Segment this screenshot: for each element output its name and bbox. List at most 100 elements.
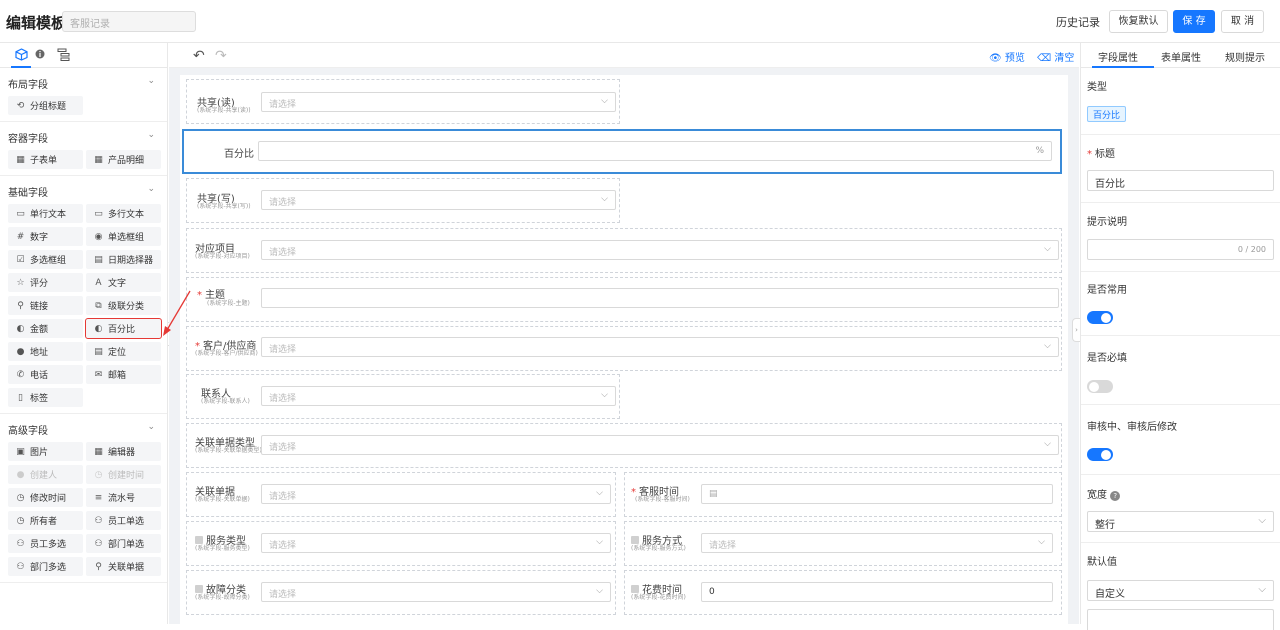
help-icon: ? [1110, 491, 1121, 501]
field-item[interactable]: # 数字 [8, 227, 83, 246]
field-item[interactable]: ◐ 百分比 [85, 318, 162, 339]
star-icon: ☆ [16, 277, 25, 288]
preview-button[interactable]: 👁 预览 [989, 49, 1025, 64]
field-item[interactable]: ◷ 创建时间 [86, 465, 161, 484]
select-input[interactable]: 请选择 ⌵ [261, 484, 611, 504]
select-placeholder: 请选择 [269, 394, 297, 404]
field-item[interactable]: ⟲ 分组标题 [8, 96, 83, 115]
chevron-down-icon[interactable]: ⌄ [147, 76, 155, 86]
date-input[interactable]: ▤ [701, 484, 1053, 504]
field-item[interactable]: ▣ 图片 [8, 442, 83, 461]
select-input[interactable]: 请选择 ⌵ [261, 435, 1059, 455]
next-property-field[interactable] [1087, 609, 1274, 630]
required-toggle[interactable] [1087, 380, 1113, 393]
field-item[interactable]: ⚲ 关联单据 [86, 557, 161, 576]
form-field[interactable]: * 主题 (系统字段-主题) [186, 277, 1062, 322]
field-item[interactable]: ▭ 单行文本 [8, 204, 83, 223]
field-item[interactable]: ▯ 标签 [8, 388, 83, 407]
field-item[interactable]: ◷ 修改时间 [8, 488, 83, 507]
field-item[interactable]: ⚇ 员工单选 [86, 511, 161, 530]
select-placeholder: 请选择 [269, 443, 297, 453]
field-group-header[interactable]: 布局字段 ⌄ [0, 68, 167, 92]
text-input[interactable]: 0 [701, 582, 1053, 602]
field-group-header[interactable]: 高级字段 ⌄ [0, 414, 167, 438]
form-field[interactable]: 共享(写) (系统字段-共享(写)) 请选择 ⌵ [186, 178, 620, 223]
form-field[interactable]: 故障分类 (系统字段-故障分类) 请选择 ⌵ [186, 570, 616, 615]
field-item[interactable]: ◐ 金额 [8, 319, 83, 338]
cube-icon[interactable] [11, 47, 31, 68]
field-item[interactable]: ● 地址 [8, 342, 83, 361]
field-item[interactable]: ● 创建人 [8, 465, 83, 484]
select-input[interactable]: 请选择 ⌵ [701, 533, 1053, 553]
field-item[interactable]: ◉ 单选框组 [86, 227, 161, 246]
title-input[interactable]: 百分比 [1087, 170, 1274, 191]
tree-icon[interactable] [56, 47, 70, 61]
chevron-down-icon[interactable]: ⌄ [147, 130, 155, 140]
audit-edit-toggle[interactable] [1087, 448, 1113, 461]
field-item[interactable]: ⚇ 员工多选 [8, 534, 83, 553]
default-value-select[interactable]: 自定义 ⌵ [1087, 580, 1274, 601]
hint-label: 提示说明 [1087, 217, 1127, 228]
field-group-header[interactable]: 基础字段 ⌄ [0, 176, 167, 200]
restore-default-button[interactable]: 恢复默认 [1109, 10, 1168, 33]
info-icon[interactable] [33, 47, 47, 61]
hint-input[interactable]: 0 / 200 [1087, 239, 1274, 260]
field-item[interactable]: A 文字 [86, 273, 161, 292]
template-name-input[interactable]: 客服记录 [62, 11, 196, 32]
field-item[interactable]: ▦ 编辑器 [86, 442, 161, 461]
tab-field-properties[interactable]: 字段属性 [1092, 49, 1154, 68]
field-item[interactable]: ▭ 多行文本 [86, 204, 161, 223]
chevron-down-icon: ⌵ [1258, 584, 1266, 595]
cancel-button[interactable]: 取 消 [1221, 10, 1264, 33]
tab-form-properties[interactable]: 表单属性 [1161, 49, 1201, 64]
history-link[interactable]: 历史记录 [1056, 14, 1100, 30]
text-input[interactable]: % [258, 141, 1052, 161]
field-item[interactable]: ✆ 电话 [8, 365, 83, 384]
form-field[interactable]: 联系人 (系统字段-联系人) 请选择 ⌵ [186, 374, 620, 419]
select-input[interactable]: 请选择 ⌵ [261, 240, 1059, 260]
field-item[interactable]: ▦ 子表单 [8, 150, 83, 169]
save-button[interactable]: 保 存 [1173, 10, 1215, 33]
form-field[interactable]: * 客服时间 (系统字段-客服时间) ▤ [624, 472, 1062, 517]
clear-button[interactable]: ⌫ 清空 [1037, 49, 1074, 64]
text-input[interactable] [261, 288, 1059, 308]
select-input[interactable]: 请选择 ⌵ [261, 92, 616, 112]
collapse-right-handle[interactable]: › [1072, 318, 1080, 342]
width-select[interactable]: 整行 ⌵ [1087, 511, 1274, 532]
field-item[interactable]: ⚇ 部门多选 [8, 557, 83, 576]
form-field[interactable]: 百分比% [182, 129, 1062, 174]
field-item[interactable]: ⧉ 级联分类 [86, 296, 161, 315]
field-item[interactable]: ⚇ 部门单选 [86, 534, 161, 553]
field-item[interactable]: ✉ 邮箱 [86, 365, 161, 384]
field-item[interactable]: ☑ 多选框组 [8, 250, 83, 269]
chevron-down-icon[interactable]: ⌄ [147, 184, 155, 194]
properties-tabs: 字段属性 表单属性 规则提示 [1081, 43, 1280, 68]
select-input[interactable]: 请选择 ⌵ [261, 190, 616, 210]
form-field[interactable]: 花费时间 (系统字段-花费时间) 0 [624, 570, 1062, 615]
form-field[interactable]: * 客户/供应商 (系统字段-客户/供应商) 请选择 ⌵ [186, 326, 1062, 371]
chevron-down-icon[interactable]: ⌄ [147, 422, 155, 432]
form-field[interactable]: 共享(读) (系统字段-共享(读)) 请选择 ⌵ [186, 79, 620, 124]
field-item[interactable]: ▤ 日期选择器 [86, 250, 161, 269]
form-field[interactable]: 对应项目 (系统字段-对应项目) 请选择 ⌵ [186, 228, 1062, 273]
form-field[interactable]: 服务方式 (系统字段-服务方式) 请选择 ⌵ [624, 521, 1062, 566]
select-input[interactable]: 请选择 ⌵ [261, 533, 611, 553]
field-item[interactable]: ◷ 所有者 [8, 511, 83, 530]
undo-icon[interactable]: ↶ [193, 48, 205, 64]
field-item[interactable]: ▦ 产品明细 [86, 150, 161, 169]
common-toggle[interactable] [1087, 311, 1113, 324]
form-field[interactable]: 关联单据 (系统字段-关联单据) 请选择 ⌵ [186, 472, 616, 517]
redo-icon[interactable]: ↷ [215, 48, 227, 64]
field-item[interactable]: ⚲ 链接 [8, 296, 83, 315]
form-field[interactable]: 关联单据类型 (系统字段-关联单据类型) 请选择 ⌵ [186, 423, 1062, 468]
field-item[interactable]: ≡ 流水号 [86, 488, 161, 507]
select-input[interactable]: 请选择 ⌵ [261, 337, 1059, 357]
tab-rule-hints[interactable]: 规则提示 [1225, 49, 1265, 64]
type-label: 类型 [1087, 82, 1107, 93]
field-item[interactable]: ☆ 评分 [8, 273, 83, 292]
select-input[interactable]: 请选择 ⌵ [261, 582, 611, 602]
field-item[interactable]: ▤ 定位 [86, 342, 161, 361]
field-group-header[interactable]: 容器字段 ⌄ [0, 122, 167, 146]
select-input[interactable]: 请选择 ⌵ [261, 386, 616, 406]
form-field[interactable]: 服务类型 (系统字段-服务类型) 请选择 ⌵ [186, 521, 616, 566]
